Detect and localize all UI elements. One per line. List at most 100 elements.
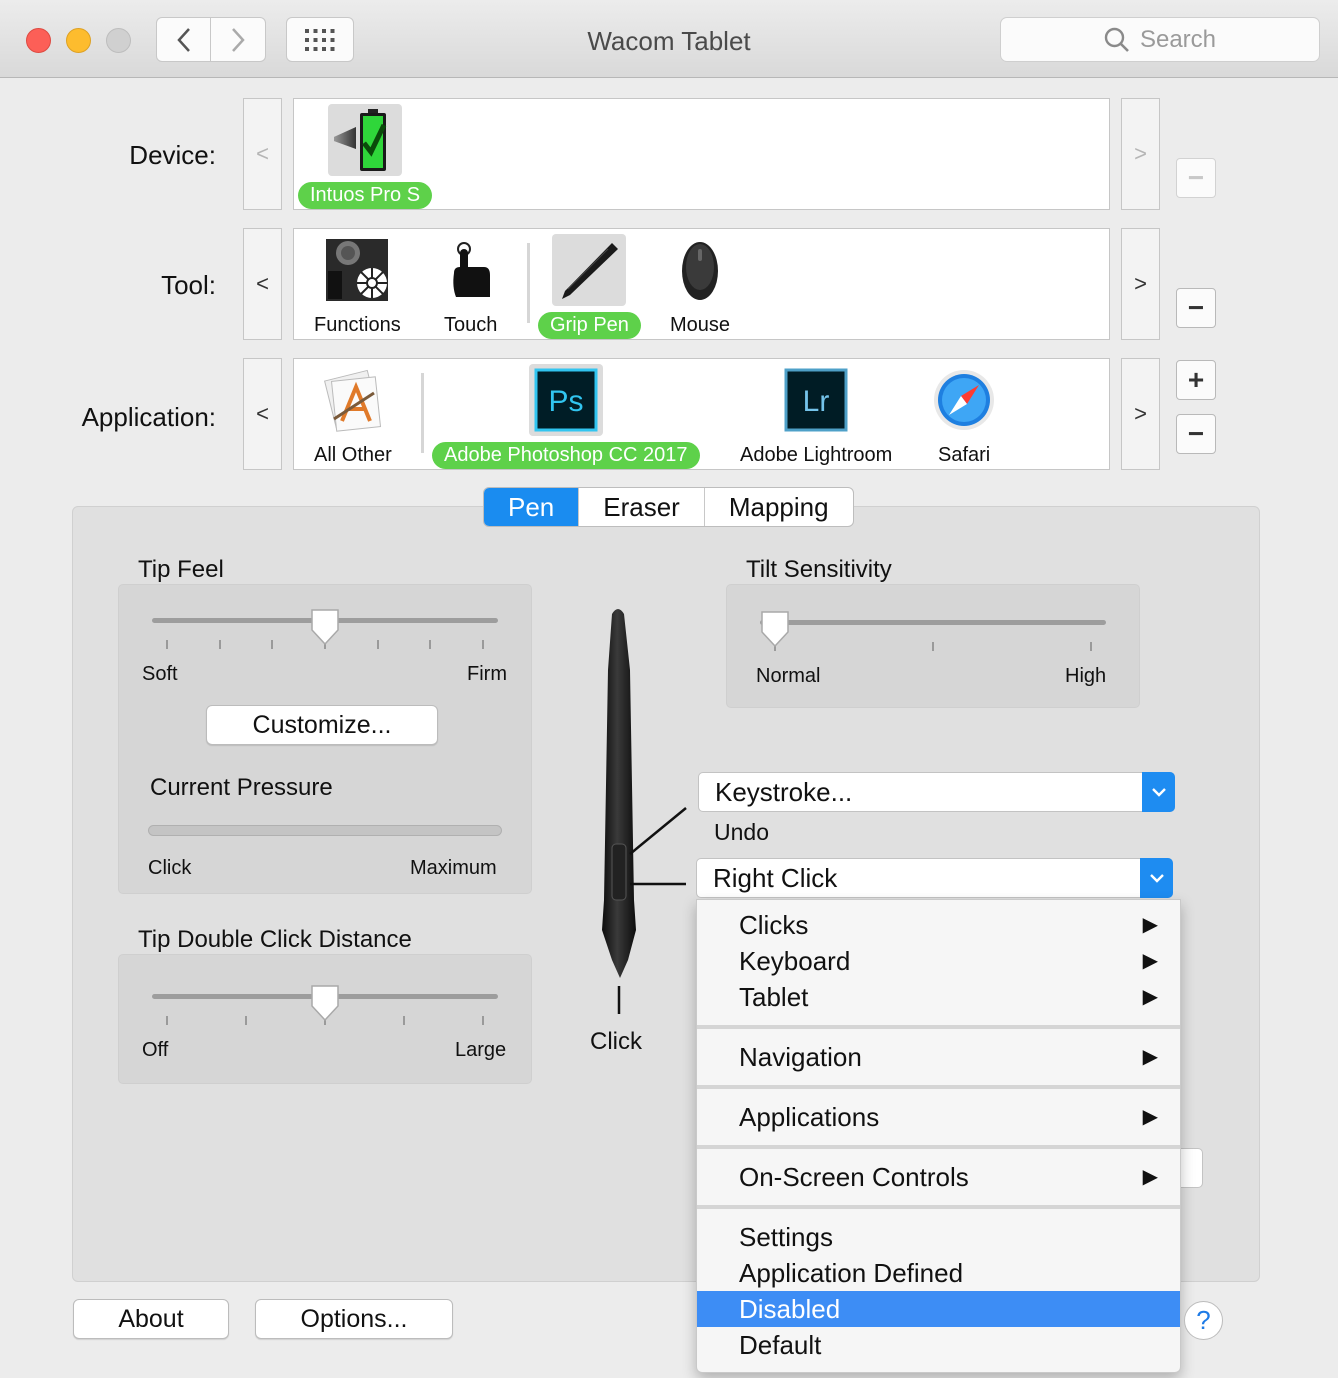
device-label: Device: [129,140,216,170]
button-function-menu: Clicks ▶ Keyboard ▶ Tablet ▶ Navigation ▶ Ap… [696,899,1181,1373]
grip-pen-icon [552,234,627,306]
menu-item-settings[interactable]: Settings [697,1219,1180,1255]
popup-chevron-icon [1142,772,1175,812]
current-pressure-bar [148,825,502,836]
application-list: All Other Ps Adobe Photoshop CC 2017 Lr … [293,358,1110,470]
functions-icon [320,234,394,306]
tilt-max-label: High [1065,665,1107,687]
device-list: Intuos Pro S [293,98,1110,210]
device-item-intuos-pro-s[interactable]: Intuos Pro S [298,99,433,209]
upper-button-popup[interactable]: Keystroke... [698,772,1175,812]
tip-feel-slider-thumb[interactable] [309,608,341,646]
upper-button-value: Keystroke... [715,777,853,807]
tool-item-functions[interactable]: Functions [302,229,413,339]
popup-chevron-icon [1140,858,1173,898]
tilt-slider-track[interactable] [760,620,1106,625]
search-icon [1104,27,1129,52]
grip-pen-illustration [602,609,687,1014]
application-divider [421,373,424,453]
application-item-label: All Other [314,444,392,466]
settings-tabs: Pen Eraser Mapping [483,487,854,527]
device-next-button[interactable]: > [1121,98,1160,210]
menu-separator [697,1145,1180,1149]
tool-item-mouse[interactable]: Mouse [658,229,742,339]
pressure-max-label: Maximum [410,857,497,879]
mouse-icon [663,234,737,306]
tool-item-label: Grip Pen [538,312,641,339]
device-prev-button[interactable]: < [243,98,282,210]
search-placeholder: Search [1139,25,1217,53]
about-button[interactable]: About [73,1299,229,1339]
tilt-slider-thumb[interactable] [759,610,791,648]
tick [932,642,934,651]
tip-feel-max-label: Firm [467,663,507,685]
tool-prev-button[interactable]: < [243,228,282,340]
tool-item-grip-pen[interactable]: Grip Pen [538,229,641,339]
application-label: Application: [81,402,216,432]
photoshop-icon: Ps [528,364,603,436]
application-item-safari[interactable]: Safari [926,359,1002,469]
submenu-arrow-icon: ▶ [1142,986,1158,1008]
add-application-button[interactable]: + [1176,360,1216,400]
tab-mapping[interactable]: Mapping [705,488,853,526]
tool-item-touch[interactable]: Touch [432,229,509,339]
tool-list: Functions Touch Grip Pen Mouse [293,228,1110,340]
double-click-slider-thumb[interactable] [309,984,341,1022]
lower-button-value: Right Click [713,863,838,893]
submenu-arrow-icon: ▶ [1142,1166,1158,1188]
tick [403,1016,405,1025]
tab-pen[interactable]: Pen [484,488,580,526]
upper-button-subtitle: Undo [714,819,769,845]
submenu-arrow-icon: ▶ [1142,1106,1158,1128]
menu-item-on-screen-controls[interactable]: On-Screen Controls ▶ [697,1159,1180,1195]
tab-eraser[interactable]: Eraser [579,488,705,526]
menu-item-disabled[interactable]: Disabled [697,1291,1180,1327]
lightroom-icon: Lr [779,364,853,436]
search-field[interactable]: Search [1000,17,1320,62]
tip-feel-min-label: Soft [142,663,178,685]
tool-divider [527,243,530,323]
remove-device-button[interactable]: − [1176,158,1216,198]
pen-tip-label: Click [590,1028,642,1055]
menu-separator [697,1085,1180,1089]
tick [482,640,484,649]
tool-item-label: Mouse [670,314,731,336]
menu-item-applications[interactable]: Applications ▶ [697,1099,1180,1135]
submenu-arrow-icon: ▶ [1142,950,1158,972]
application-prev-button[interactable]: < [243,358,282,470]
double-click-min-label: Off [142,1039,169,1061]
remove-tool-button[interactable]: − [1176,288,1216,328]
tool-next-button[interactable]: > [1121,228,1160,340]
tool-item-label: Touch [444,314,498,336]
customize-button[interactable]: Customize... [206,705,438,745]
title-bar: Wacom Tablet Search [0,0,1338,78]
tick [219,640,221,649]
pressure-min-label: Click [148,857,192,879]
menu-item-default[interactable]: Default [697,1327,1180,1363]
tick [1090,642,1092,651]
menu-item-clicks[interactable]: Clicks ▶ [697,907,1180,943]
tick [166,640,168,649]
tip-feel-title: Tip Feel [138,556,224,583]
options-button[interactable]: Options... [255,1299,453,1339]
safari-icon [927,364,1001,436]
application-item-lightroom[interactable]: Lr Adobe Lightroom [728,359,904,469]
menu-item-application-defined[interactable]: Application Defined [697,1255,1180,1291]
application-next-button[interactable]: > [1121,358,1160,470]
lower-button-popup[interactable]: Right Click [696,858,1173,898]
tablet-battery-icon [328,104,403,176]
double-click-max-label: Large [455,1039,507,1061]
lightroom-icon-text: Lr [803,385,830,418]
menu-item-navigation[interactable]: Navigation ▶ [697,1039,1180,1075]
tick [271,640,273,649]
tip-double-click-title: Tip Double Click Distance [138,926,412,953]
submenu-arrow-icon: ▶ [1142,1046,1158,1068]
menu-separator [697,1025,1180,1029]
help-button[interactable]: ? [1184,1301,1223,1340]
menu-item-keyboard[interactable]: Keyboard ▶ [697,943,1180,979]
application-item-all-other[interactable]: All Other [302,359,404,469]
menu-item-tablet[interactable]: Tablet ▶ [697,979,1180,1015]
application-item-photoshop[interactable]: Ps Adobe Photoshop CC 2017 [432,359,700,469]
application-item-label: Adobe Photoshop CC 2017 [432,442,700,469]
remove-application-button[interactable]: − [1176,414,1216,454]
